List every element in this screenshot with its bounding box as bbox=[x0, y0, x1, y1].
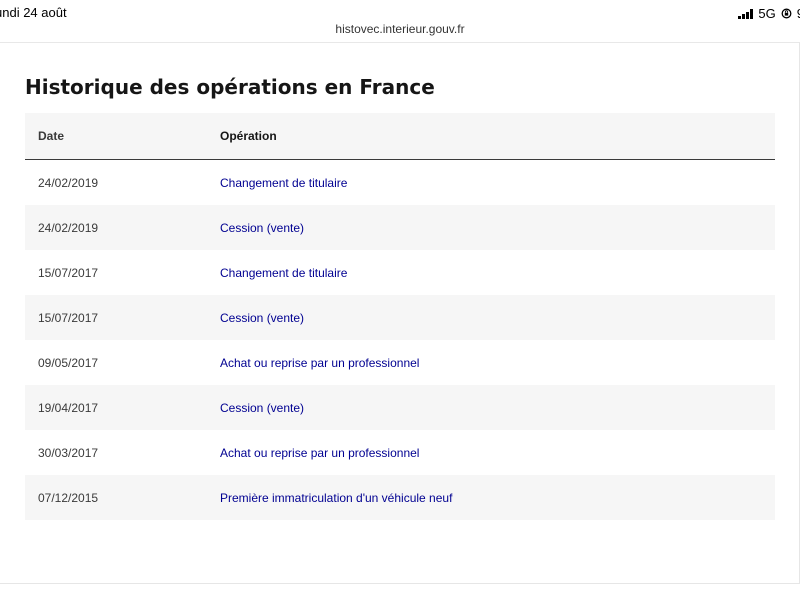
operation-link[interactable]: Cession (vente) bbox=[220, 311, 775, 325]
table-row: 15/07/2017 Cession (vente) bbox=[25, 295, 775, 340]
column-header-operation: Opération bbox=[220, 129, 277, 143]
status-indicators: 5G 9 bbox=[738, 6, 800, 21]
operation-link[interactable]: Achat ou reprise par un professionnel bbox=[220, 356, 775, 370]
status-date: undi 24 août bbox=[0, 5, 67, 20]
table-row: 24/02/2019 Cession (vente) bbox=[25, 205, 775, 250]
status-bar: undi 24 août 5G 9 bbox=[0, 0, 800, 24]
table-row: 07/12/2015 Première immatriculation d'un… bbox=[25, 475, 775, 520]
table-header: Date Opération bbox=[25, 113, 775, 160]
row-date: 09/05/2017 bbox=[38, 355, 99, 370]
table-body: 24/02/2019 Changement de titulaire 24/02… bbox=[25, 160, 775, 520]
row-date: 30/03/2017 bbox=[38, 445, 99, 460]
table-row: 30/03/2017 Achat ou reprise par un profe… bbox=[25, 430, 775, 475]
operations-table: Date Opération 24/02/2019 Changement de … bbox=[25, 113, 775, 520]
operation-link[interactable]: Changement de titulaire bbox=[220, 266, 775, 280]
network-type: 5G bbox=[758, 6, 776, 21]
cellular-signal-icon bbox=[738, 8, 754, 19]
operation-link[interactable]: Changement de titulaire bbox=[220, 176, 775, 190]
operation-link[interactable]: Première immatriculation d'un véhicule n… bbox=[220, 491, 775, 505]
table-row: 24/02/2019 Changement de titulaire bbox=[25, 160, 775, 205]
operation-link[interactable]: Cession (vente) bbox=[220, 221, 775, 235]
address-bar[interactable]: histovec.interieur.gouv.fr bbox=[0, 22, 800, 40]
row-date: 24/02/2019 bbox=[38, 175, 99, 190]
table-row: 09/05/2017 Achat ou reprise par un profe… bbox=[25, 340, 775, 385]
row-date: 15/07/2017 bbox=[38, 265, 99, 280]
operation-link[interactable]: Cession (vente) bbox=[220, 401, 775, 415]
orientation-lock-icon bbox=[781, 8, 792, 19]
operation-link[interactable]: Achat ou reprise par un professionnel bbox=[220, 446, 775, 460]
row-date: 15/07/2017 bbox=[38, 310, 99, 325]
table-row: 19/04/2017 Cession (vente) bbox=[25, 385, 775, 430]
column-header-date: Date bbox=[38, 129, 65, 143]
row-date: 19/04/2017 bbox=[38, 400, 99, 415]
table-row: 15/07/2017 Changement de titulaire bbox=[25, 250, 775, 295]
page-title: Historique des opérations en France bbox=[25, 75, 435, 99]
row-date: 07/12/2015 bbox=[38, 490, 99, 505]
row-date: 24/02/2019 bbox=[38, 220, 99, 235]
